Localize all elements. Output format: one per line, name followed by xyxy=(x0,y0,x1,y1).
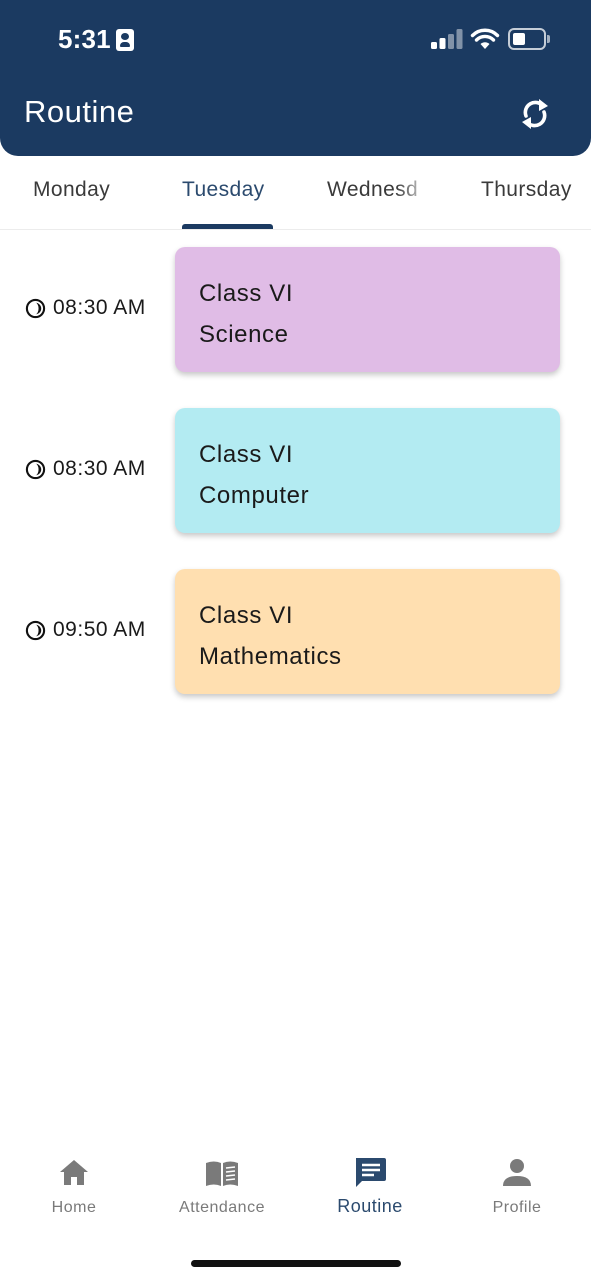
class-name: Class VI xyxy=(199,280,294,307)
nav-routine[interactable]: Routine xyxy=(310,1155,430,1217)
time-label: 09:50 AM xyxy=(53,618,146,641)
battery-cap xyxy=(547,35,550,43)
time-slot: 09:50 AM xyxy=(25,618,146,642)
nav-routine-label: Routine xyxy=(337,1196,403,1216)
status-time: 5:31 xyxy=(58,24,111,54)
clock-icon xyxy=(25,298,46,318)
class-name: Class VI xyxy=(199,602,294,629)
cellular-signal-icon xyxy=(431,29,463,49)
routine-item: 09:50 AM Class VI Mathematics xyxy=(0,569,591,694)
routine-item: 08:30 AM Class VI Science xyxy=(0,247,591,372)
battery-level xyxy=(513,33,525,45)
home-indicator[interactable] xyxy=(191,1260,401,1267)
active-tab-indicator xyxy=(182,224,273,229)
subject-name: Science xyxy=(199,321,289,348)
bottom-navigation: Home Attendance Routine Profile xyxy=(0,1140,591,1240)
tab-monday[interactable]: Monday xyxy=(33,178,110,202)
wifi-icon xyxy=(470,28,500,49)
time-label: 08:30 AM xyxy=(53,296,146,319)
time-label: 08:30 AM xyxy=(53,457,146,480)
tab-fade xyxy=(396,156,432,216)
tab-thursday[interactable]: Thursday xyxy=(481,178,572,202)
subject-name: Computer xyxy=(199,482,310,509)
nav-profile[interactable]: Profile xyxy=(457,1155,577,1217)
person-icon xyxy=(503,1159,531,1186)
contact-card-icon xyxy=(116,29,134,51)
routine-item: 08:30 AM Class VI Computer xyxy=(0,408,591,533)
class-name: Class VI xyxy=(199,441,294,468)
tab-tuesday[interactable]: Tuesday xyxy=(182,178,265,202)
time-slot: 08:30 AM xyxy=(25,296,146,320)
nav-home[interactable]: Home xyxy=(14,1155,134,1217)
clock-icon xyxy=(25,459,46,479)
class-card[interactable]: Class VI Mathematics xyxy=(175,569,560,694)
time-slot: 08:30 AM xyxy=(25,457,146,481)
class-card[interactable]: Class VI Science xyxy=(175,247,560,372)
clock-icon xyxy=(25,620,46,640)
home-icon xyxy=(60,1160,88,1185)
day-tabs: Monday Tuesday Wednesd Thursday xyxy=(0,156,591,230)
page-title: Routine xyxy=(24,94,135,129)
routine-screen: 5:31 Routine Monday Tuesday Wednesd Thur… xyxy=(0,0,591,1280)
nav-attendance-label: Attendance xyxy=(179,1199,265,1216)
nav-home-label: Home xyxy=(51,1199,97,1216)
refresh-icon[interactable] xyxy=(518,96,552,132)
battery-icon xyxy=(508,28,546,50)
book-icon xyxy=(206,1161,238,1186)
nav-profile-label: Profile xyxy=(492,1199,542,1216)
app-header: 5:31 Routine xyxy=(0,0,591,156)
chat-icon xyxy=(356,1158,386,1187)
nav-attendance[interactable]: Attendance xyxy=(162,1155,282,1217)
class-card[interactable]: Class VI Computer xyxy=(175,408,560,533)
subject-name: Mathematics xyxy=(199,643,342,670)
